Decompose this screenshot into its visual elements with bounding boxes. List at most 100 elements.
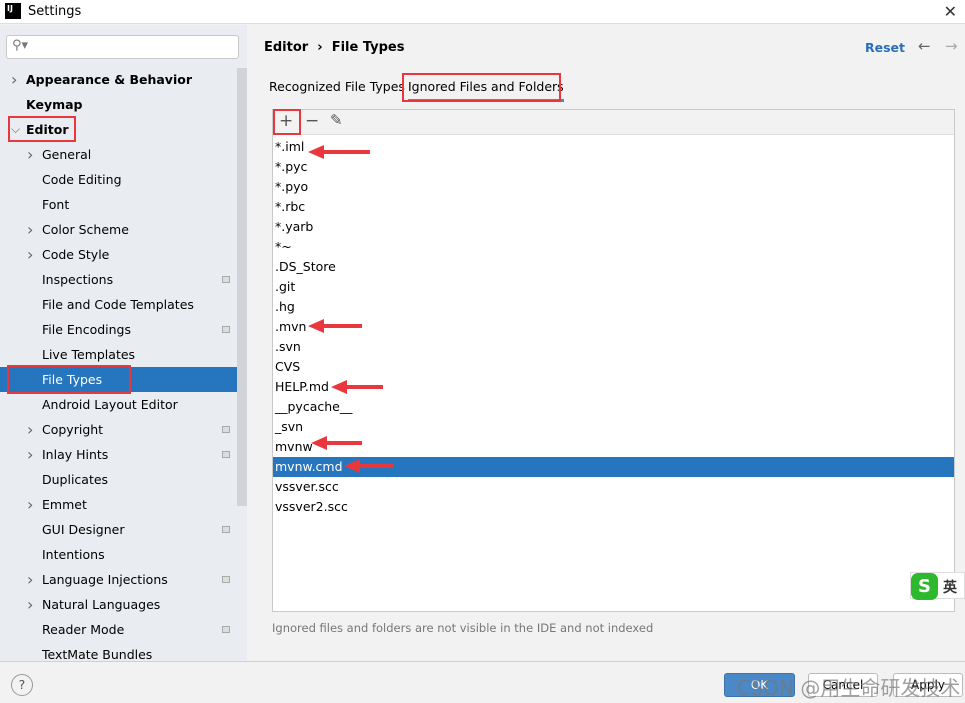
- chevron-right-icon[interactable]: ›: [27, 142, 33, 167]
- list-item[interactable]: *~: [273, 237, 954, 257]
- sidebar-item-label: Color Scheme: [42, 222, 129, 237]
- hint-text: Ignored files and folders are not visibl…: [272, 621, 654, 635]
- forward-arrow-icon[interactable]: →: [945, 37, 958, 55]
- search-input[interactable]: ⚲▾: [6, 35, 239, 59]
- list-item[interactable]: .mvn: [273, 317, 954, 337]
- sidebar-item-label: GUI Designer: [42, 522, 125, 537]
- sidebar-item-general[interactable]: › General: [0, 142, 237, 167]
- list-item[interactable]: .hg: [273, 297, 954, 317]
- list-item[interactable]: *.rbc: [273, 197, 954, 217]
- sidebar-item-inspections[interactable]: Inspections: [0, 267, 237, 292]
- annotation-box: [8, 116, 76, 142]
- sidebar-item-label: File Encodings: [42, 322, 132, 337]
- list-item[interactable]: vssver.scc: [273, 477, 954, 497]
- window-title: Settings: [28, 4, 82, 19]
- tab-recognized-file-types[interactable]: Recognized File Types: [269, 78, 405, 102]
- sidebar-item-gui-designer[interactable]: GUI Designer: [0, 517, 237, 542]
- project-scope-icon: [222, 576, 230, 583]
- project-scope-icon: [222, 326, 230, 333]
- sidebar-item-inlay-hints[interactable]: › Inlay Hints: [0, 442, 237, 467]
- sidebar-scrollbar[interactable]: [237, 68, 247, 506]
- annotation-box: [7, 365, 131, 394]
- sidebar-item-font[interactable]: Font: [0, 192, 237, 217]
- sidebar-item-label: Inlay Hints: [42, 447, 109, 462]
- close-icon[interactable]: ✕: [944, 2, 957, 21]
- sidebar-item-color-scheme[interactable]: › Color Scheme: [0, 217, 237, 242]
- sidebar-item-reader-mode[interactable]: Reader Mode: [0, 617, 237, 642]
- sidebar-item-label: Copyright: [42, 422, 104, 437]
- list-item[interactable]: .svn: [273, 337, 954, 357]
- title-bar: IJ Settings ✕: [0, 0, 965, 24]
- reset-link[interactable]: Reset: [865, 40, 905, 55]
- project-scope-icon: [222, 451, 230, 458]
- sidebar-item-android-layout-editor[interactable]: Android Layout Editor: [0, 392, 237, 417]
- project-scope-icon: [222, 526, 230, 533]
- project-scope-icon: [222, 276, 230, 283]
- sidebar-item-language-injections[interactable]: › Language Injections: [0, 567, 237, 592]
- sidebar-item-label: Keymap: [26, 97, 83, 112]
- chevron-right-icon[interactable]: ›: [27, 442, 33, 467]
- annotation-arrow: [308, 319, 362, 333]
- sidebar-item-natural-languages[interactable]: › Natural Languages: [0, 592, 237, 617]
- list-item[interactable]: mvnw: [273, 437, 954, 457]
- sidebar-item-file-encodings[interactable]: File Encodings: [0, 317, 237, 342]
- sidebar-item-intentions[interactable]: Intentions: [0, 542, 237, 567]
- project-scope-icon: [222, 626, 230, 633]
- list-item[interactable]: CVS: [273, 357, 954, 377]
- chevron-right-icon[interactable]: ›: [27, 242, 33, 267]
- chevron-right-icon[interactable]: ›: [11, 67, 17, 92]
- list-item[interactable]: *.iml: [273, 137, 954, 157]
- breadcrumb-separator: ›: [317, 40, 323, 55]
- chevron-right-icon[interactable]: ›: [27, 492, 33, 517]
- chevron-right-icon[interactable]: ›: [27, 417, 33, 442]
- list-toolbar: + − ✎: [273, 110, 954, 135]
- annotation-arrow: [331, 380, 383, 394]
- list-item[interactable]: *.yarb: [273, 217, 954, 237]
- remove-button[interactable]: −: [305, 111, 319, 131]
- breadcrumb-current: File Types: [331, 40, 405, 55]
- annotation-box: [402, 73, 561, 102]
- sidebar-item-label: Live Templates: [42, 347, 136, 362]
- breadcrumb: Editor › File Types: [264, 40, 404, 55]
- back-arrow-icon[interactable]: ←: [918, 37, 931, 55]
- annotation-arrow: [308, 145, 370, 159]
- annotation-box: [273, 109, 301, 135]
- list-item[interactable]: _svn: [273, 417, 954, 437]
- sidebar-item-label: Android Layout Editor: [42, 397, 178, 412]
- sidebar-item-emmet[interactable]: › Emmet: [0, 492, 237, 517]
- ime-indicator: S英: [910, 572, 965, 600]
- annotation-arrow: [344, 459, 393, 473]
- chevron-right-icon[interactable]: ›: [27, 217, 33, 242]
- breadcrumb-parent: Editor: [264, 40, 309, 55]
- chevron-right-icon[interactable]: ›: [27, 592, 33, 617]
- list-item[interactable]: *.pyc: [273, 157, 954, 177]
- sidebar-item-duplicates[interactable]: Duplicates: [0, 467, 237, 492]
- sidebar-item-live-templates[interactable]: Live Templates: [0, 342, 237, 367]
- project-scope-icon: [222, 426, 230, 433]
- help-button[interactable]: ?: [11, 674, 33, 696]
- list-item[interactable]: vssver2.scc: [273, 497, 954, 517]
- watermark: CSDN @用生命研发技术: [737, 676, 961, 700]
- ime-logo-icon: S: [911, 573, 938, 600]
- list-item[interactable]: __pycache__: [273, 397, 954, 417]
- sidebar-item-label: Inspections: [42, 272, 114, 287]
- sidebar-item-label: Language Injections: [42, 572, 168, 587]
- sidebar-item-label: Font: [42, 197, 70, 212]
- list-item[interactable]: .git: [273, 277, 954, 297]
- sidebar-item-copyright[interactable]: › Copyright: [0, 417, 237, 442]
- sidebar-item-code-style[interactable]: › Code Style: [0, 242, 237, 267]
- list-item[interactable]: .DS_Store: [273, 257, 954, 277]
- search-icon: ⚲▾: [12, 38, 29, 53]
- app-logo-icon: IJ: [5, 3, 21, 19]
- sidebar-item-label: Appearance & Behavior: [26, 72, 192, 87]
- sidebar-item-label: Intentions: [42, 547, 105, 562]
- sidebar-item-appearance-behavior[interactable]: › Appearance & Behavior: [0, 67, 237, 92]
- sidebar-item-keymap[interactable]: Keymap: [0, 92, 237, 117]
- list-item[interactable]: *.pyo: [273, 177, 954, 197]
- chevron-right-icon[interactable]: ›: [27, 567, 33, 592]
- sidebar-item-file-and-code-templates[interactable]: File and Code Templates: [0, 292, 237, 317]
- ime-mode: 英: [943, 580, 957, 596]
- sidebar-item-code-editing[interactable]: Code Editing: [0, 167, 237, 192]
- sidebar-item-label: Natural Languages: [42, 597, 161, 612]
- edit-button[interactable]: ✎: [330, 111, 343, 129]
